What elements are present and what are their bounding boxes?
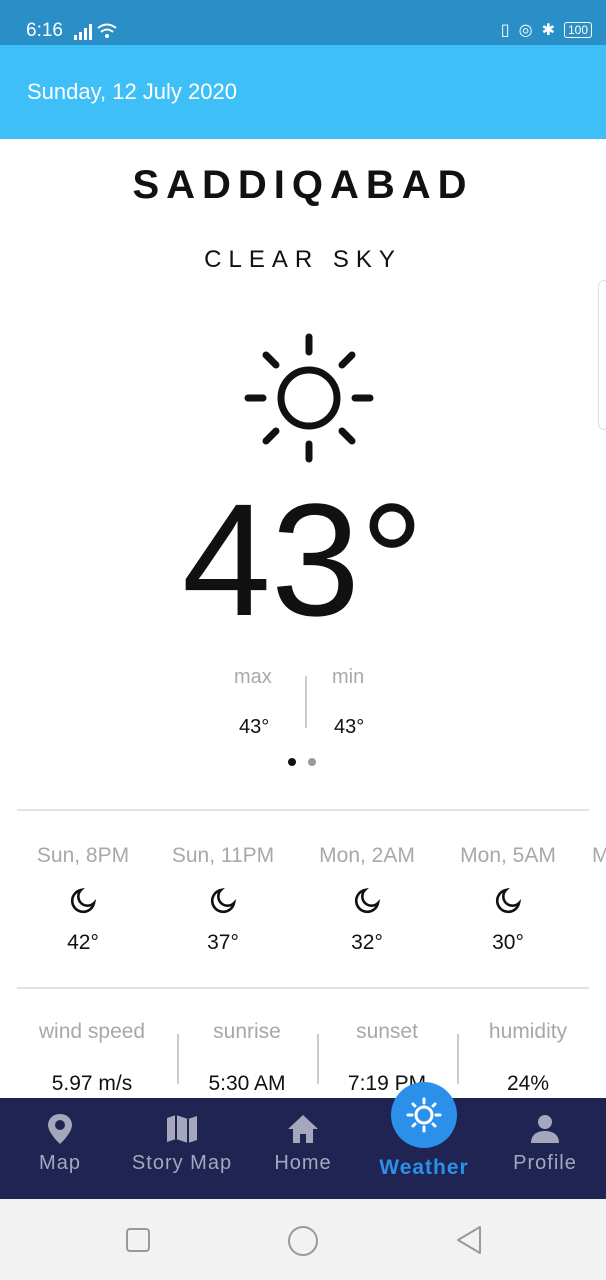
weather-condition: CLEAR SKY — [204, 246, 402, 273]
recents-button-icon[interactable] — [125, 1227, 151, 1253]
edge-panel-handle[interactable] — [598, 280, 606, 430]
hourly-item-partial: M — [592, 844, 606, 868]
min-label: min — [332, 666, 365, 688]
hourly-temp: 42° — [67, 931, 99, 954]
detail-value: 5.97 m/s — [51, 1072, 133, 1095]
signal-wifi-icon — [74, 22, 118, 46]
detail-label: humidity — [488, 1020, 568, 1043]
nav-label: Story Map — [131, 1152, 233, 1174]
hourly-time: M — [592, 844, 606, 867]
hourly-temp: 37° — [207, 931, 239, 954]
min-value: 43° — [334, 716, 365, 738]
detail-humidity: humidity 24% — [458, 1020, 598, 1096]
bluetooth-icon: ✱ — [541, 22, 555, 39]
hourly-temp: 30° — [492, 931, 524, 954]
bottom-navigation: Map Story Map Home Weather Profile — [0, 1082, 606, 1199]
nav-home[interactable]: Home — [258, 1098, 348, 1199]
detail-label: sunrise — [213, 1020, 281, 1043]
moon-icon — [354, 887, 381, 914]
alarm-icon: ◎ — [518, 22, 533, 39]
battery-icon: 100 — [563, 22, 592, 38]
hourly-time: Mon, 5AM — [460, 844, 556, 867]
page-indicator[interactable] — [288, 758, 316, 766]
system-navigation-bar — [0, 1199, 606, 1280]
page-dot-active[interactable] — [288, 758, 296, 766]
city-name: SADDIQABAD — [132, 163, 474, 207]
back-button-icon[interactable] — [454, 1224, 484, 1256]
nav-label: Map — [39, 1152, 81, 1174]
nav-weather-bubble[interactable] — [391, 1082, 457, 1148]
hourly-temp: 32° — [351, 931, 383, 954]
person-icon — [531, 1115, 559, 1143]
hourly-time: Sun, 8PM — [36, 844, 130, 867]
current-temperature: 43° — [182, 470, 424, 649]
nav-label: Home — [274, 1152, 332, 1174]
hourly-item: Sun, 11PM 37° — [148, 844, 298, 955]
status-time: 6:16 — [26, 20, 63, 41]
max-value: 43° — [239, 716, 270, 738]
hourly-time: Sun, 11PM — [171, 844, 275, 867]
detail-value: 24% — [506, 1072, 550, 1095]
divider — [17, 809, 589, 811]
folded-map-icon — [167, 1115, 197, 1143]
detail-value: 5:30 AM — [208, 1072, 286, 1095]
current-date: Sunday, 12 July 2020 — [27, 79, 237, 104]
moon-icon — [495, 887, 522, 914]
sun-icon — [244, 333, 374, 463]
hourly-item: Mon, 2AM 32° — [292, 844, 442, 955]
home-icon — [288, 1115, 318, 1143]
home-button-icon[interactable] — [286, 1224, 320, 1258]
map-pin-icon — [48, 1114, 72, 1144]
app-bar: Sunday, 12 July 2020 — [0, 45, 606, 139]
hourly-item: Sun, 8PM 42° — [8, 844, 158, 955]
page-dot[interactable] — [308, 758, 316, 766]
max-min-divider — [305, 676, 307, 728]
detail-label: wind speed — [38, 1020, 146, 1043]
moon-icon — [70, 887, 97, 914]
detail-wind-speed: wind speed 5.97 m/s — [22, 1020, 162, 1096]
hourly-time: Mon, 2AM — [319, 844, 415, 867]
detail-sunrise: sunrise 5:30 AM — [177, 1020, 317, 1096]
nav-weather[interactable]: Weather — [368, 1082, 480, 1199]
vibrate-icon: ▯ — [500, 22, 510, 39]
status-icons: ▯ ◎ ✱ 100 — [501, 20, 592, 40]
nav-profile[interactable]: Profile — [500, 1098, 590, 1199]
hourly-item: Mon, 5AM 30° — [433, 844, 583, 955]
nav-label: Profile — [513, 1152, 577, 1174]
nav-label: Weather — [379, 1156, 469, 1179]
status-bar: 6:16 ▯ ◎ ✱ 100 — [0, 0, 606, 45]
sun-icon — [406, 1097, 442, 1133]
divider — [17, 987, 589, 989]
max-label: max — [234, 666, 272, 688]
detail-label: sunset — [356, 1020, 418, 1043]
moon-icon — [210, 887, 237, 914]
nav-story-map[interactable]: Story Map — [122, 1098, 242, 1199]
nav-map[interactable]: Map — [15, 1098, 105, 1199]
